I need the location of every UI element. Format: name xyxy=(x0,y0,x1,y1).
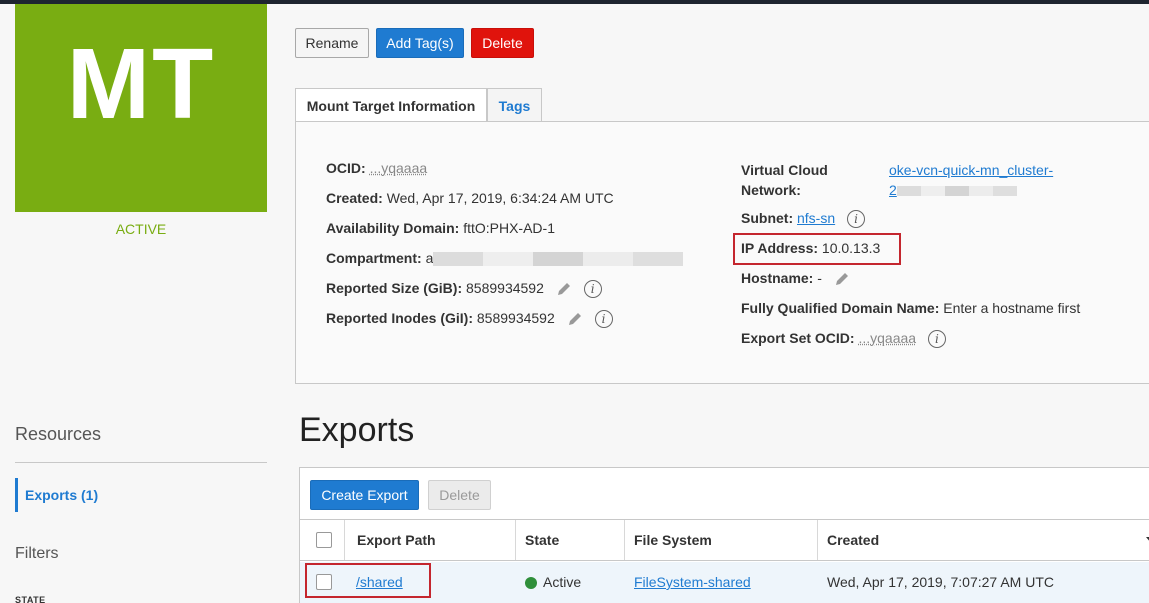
add-tags-button[interactable]: Add Tag(s) xyxy=(376,28,464,58)
sidebar-item-exports[interactable]: Exports (1) xyxy=(15,478,267,512)
export-row-highlight xyxy=(305,563,431,598)
column-separator xyxy=(817,520,818,560)
fqdn-label: Fully Qualified Domain Name: xyxy=(741,300,940,316)
hostname-value: - xyxy=(817,270,822,286)
create-export-button[interactable]: Create Export xyxy=(310,480,419,510)
pencil-icon[interactable] xyxy=(567,311,583,327)
filters-heading: Filters xyxy=(15,545,59,562)
subnet-label: Subnet: xyxy=(741,210,794,226)
column-separator xyxy=(624,520,625,560)
column-separator xyxy=(515,520,516,560)
vcn-label-line2: Network: xyxy=(741,182,801,198)
pencil-icon[interactable] xyxy=(834,271,850,287)
subnet-row: Subnet: nfs-sn i xyxy=(741,210,866,229)
export-created: Wed, Apr 17, 2019, 7:07:27 AM UTC xyxy=(827,574,1054,590)
column-header-created[interactable]: Created xyxy=(827,520,879,560)
active-status-dot-icon xyxy=(525,577,537,590)
column-header-export-path[interactable]: Export Path xyxy=(357,520,436,560)
subnet-link[interactable]: nfs-sn xyxy=(797,210,835,226)
lifecycle-state-label: ACTIVE xyxy=(115,221,167,237)
info-icon[interactable]: i xyxy=(927,330,946,349)
vcn-label: Virtual Cloud Network: xyxy=(741,160,828,200)
compartment-value: a xyxy=(425,250,434,266)
reported-inodes-value: 8589934592 xyxy=(476,310,555,326)
reported-inodes-row: Reported Inodes (GiI): 8589934592 i xyxy=(326,310,613,329)
reported-size-row: Reported Size (GiB): 8589934592 i xyxy=(326,280,602,299)
ocid-row: OCID: ...yqaaaa xyxy=(326,160,427,176)
resources-heading: Resources xyxy=(15,424,102,444)
info-icon[interactable]: i xyxy=(583,280,602,299)
export-set-ocid-label: Export Set OCID: xyxy=(741,330,855,346)
compartment-label: Compartment: xyxy=(326,250,422,266)
created-label: Created: xyxy=(326,190,383,206)
availability-domain-row: Availability Domain: fttO:PHX-AD-1 xyxy=(326,220,555,236)
vcn-label-line1: Virtual Cloud xyxy=(741,162,828,178)
resource-icon-tile: MT xyxy=(15,4,267,212)
created-row: Created: Wed, Apr 17, 2019, 6:34:24 AM U… xyxy=(326,190,614,206)
redacted-region xyxy=(433,252,684,267)
export-state-label: Active xyxy=(543,574,582,590)
info-icon[interactable]: i xyxy=(594,310,613,329)
file-system-link[interactable]: FileSystem-shared xyxy=(634,562,751,602)
tab-mount-target-information[interactable]: Mount Target Information xyxy=(295,88,487,122)
vcn-value: oke-vcn-quick-mn_cluster- 2 xyxy=(889,160,1053,200)
export-set-ocid-row: Export Set OCID: ...yqaaaa i xyxy=(741,330,946,349)
fqdn-row: Fully Qualified Domain Name: Enter a hos… xyxy=(741,300,1080,316)
hostname-label: Hostname: xyxy=(741,270,814,286)
created-value: Wed, Apr 17, 2019, 6:34:24 AM UTC xyxy=(386,190,614,206)
vcn-link-line1[interactable]: oke-vcn-quick-mn_cluster- xyxy=(889,160,1053,180)
export-set-ocid-value[interactable]: ...yqaaaa xyxy=(858,330,916,346)
pencil-icon[interactable] xyxy=(556,281,572,297)
state-filter-caption: STATE xyxy=(15,595,46,603)
delete-export-button[interactable]: Delete xyxy=(428,480,491,510)
column-header-state[interactable]: State xyxy=(525,520,559,560)
hostname-row: Hostname: - xyxy=(741,270,850,287)
table-header-row: Export Path State File System Created xyxy=(300,519,1149,561)
ocid-label: OCID: xyxy=(326,160,366,176)
fqdn-value: Enter a hostname first xyxy=(943,300,1081,316)
resource-initials: MT xyxy=(66,28,216,140)
availability-domain-label: Availability Domain: xyxy=(326,220,460,236)
compartment-row: Compartment: a xyxy=(326,250,684,267)
info-icon[interactable]: i xyxy=(847,210,866,229)
reported-size-value: 8589934592 xyxy=(466,280,544,296)
delete-button[interactable]: Delete xyxy=(471,28,534,58)
reported-size-label: Reported Size (GiB): xyxy=(326,280,463,296)
vcn-link-line2[interactable]: 2 xyxy=(889,182,897,198)
select-all-checkbox[interactable] xyxy=(316,532,332,548)
export-state: Active xyxy=(525,562,581,602)
column-header-file-system[interactable]: File System xyxy=(634,520,712,560)
tab-tags[interactable]: Tags xyxy=(487,88,542,122)
ip-address-highlight xyxy=(733,233,901,265)
ocid-value[interactable]: ...yqaaaa xyxy=(370,160,428,176)
rename-button[interactable]: Rename xyxy=(295,28,369,58)
availability-domain-value: fttO:PHX-AD-1 xyxy=(463,220,555,236)
column-separator xyxy=(344,520,345,560)
reported-inodes-label: Reported Inodes (GiI): xyxy=(326,310,473,326)
exports-heading: Exports xyxy=(299,411,415,449)
sidebar-divider xyxy=(15,462,267,463)
redacted-region xyxy=(896,186,1017,197)
